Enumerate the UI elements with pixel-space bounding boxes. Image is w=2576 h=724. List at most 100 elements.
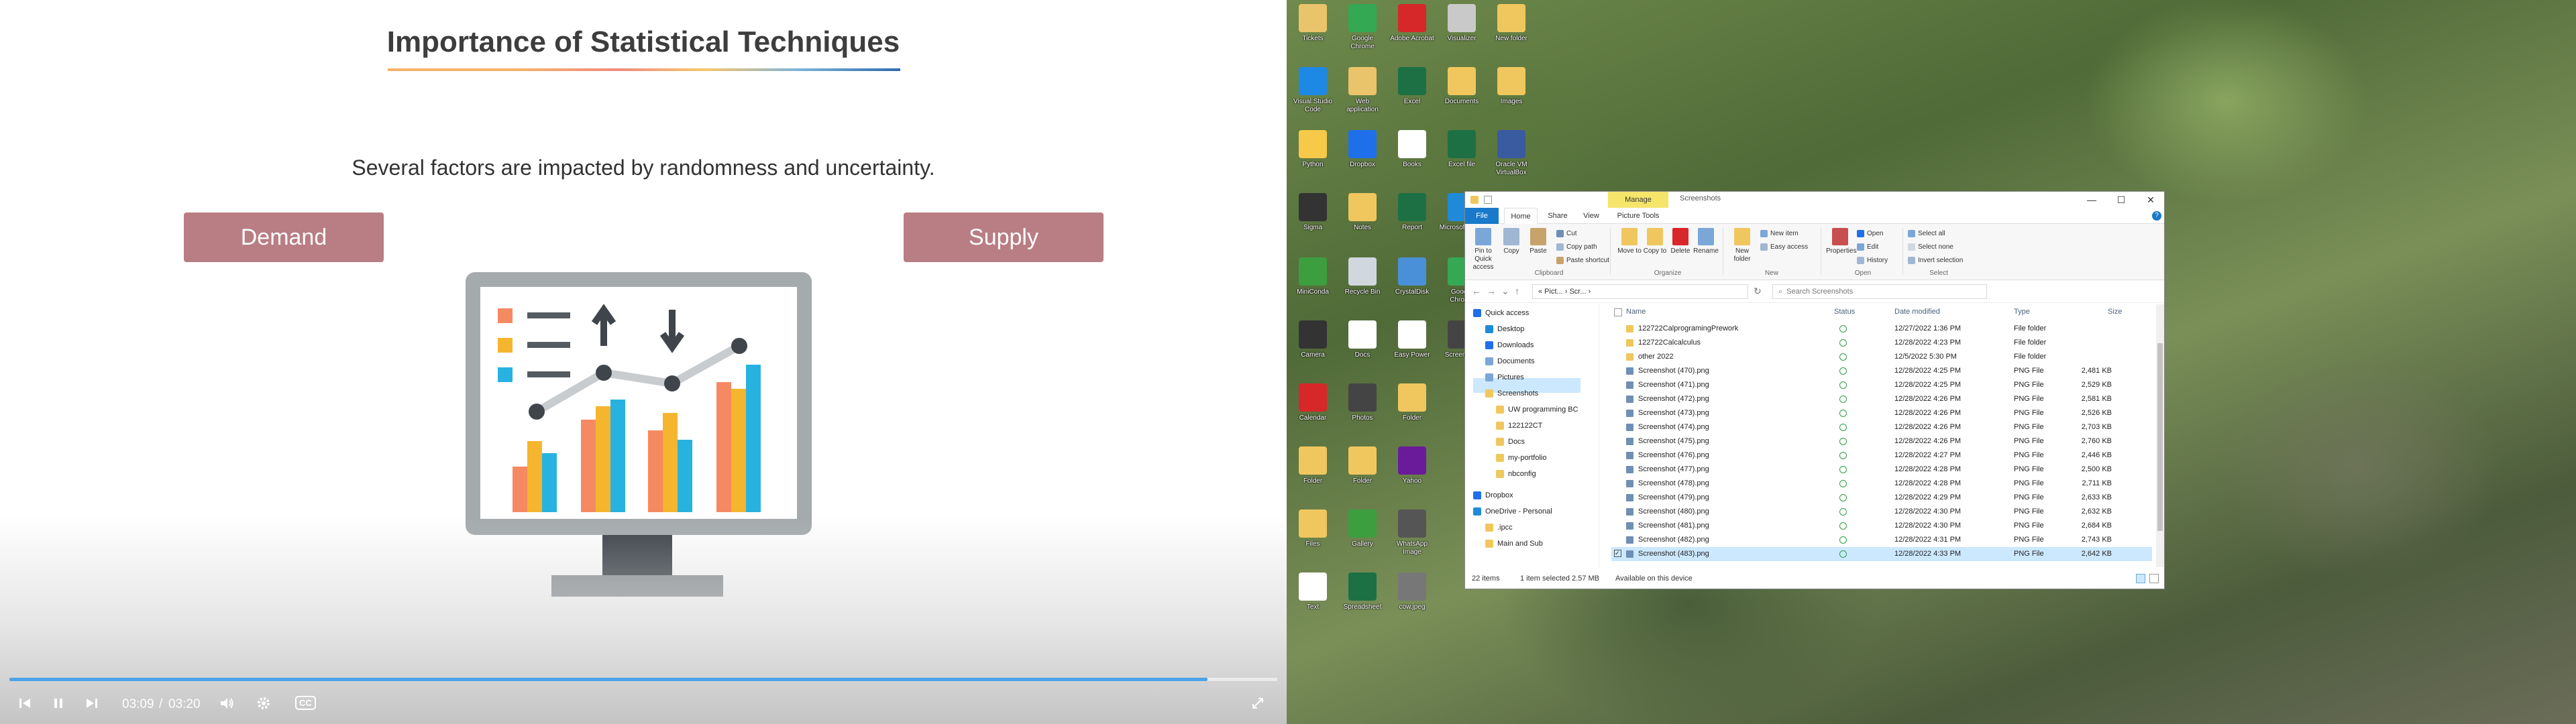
- manage-contextual-tab[interactable]: Manage: [1608, 192, 1668, 208]
- copy-to-button[interactable]: Copy to: [1641, 228, 1669, 255]
- nav-item-desktop[interactable]: Desktop: [1485, 322, 1524, 337]
- skip-forward-icon[interactable]: [85, 696, 99, 711]
- nav-item--ipcc[interactable]: .ipcc: [1485, 520, 1513, 535]
- file-row[interactable]: Screenshot (471).png 12/28/2022 4:25 PM PN…: [1611, 378, 2152, 392]
- desktop-icon[interactable]: Report: [1389, 190, 1436, 245]
- desktop-icon[interactable]: Oracle VM VirtualBox: [1488, 127, 1535, 182]
- up-icon[interactable]: ↑: [1515, 286, 1519, 296]
- desktop-icon[interactable]: Excel: [1389, 64, 1436, 119]
- file-row[interactable]: Screenshot (472).png 12/28/2022 4:26 PM PN…: [1611, 392, 2152, 406]
- nav-item-122122ct[interactable]: 122122CT: [1496, 418, 1542, 433]
- back-icon[interactable]: ←: [1472, 286, 1481, 296]
- nav-item-onedrive-personal[interactable]: OneDrive - Personal: [1473, 504, 1552, 519]
- nav-item-docs[interactable]: Docs: [1496, 434, 1525, 449]
- tab-picture-tools[interactable]: Picture Tools: [1608, 208, 1668, 224]
- fullscreen-icon[interactable]: [1250, 696, 1265, 711]
- file-row[interactable]: other 2022 12/5/2022 5:30 PM File folder: [1611, 350, 2152, 364]
- file-row[interactable]: Screenshot (480).png 12/28/2022 4:30 PM PN…: [1611, 505, 2152, 519]
- file-row[interactable]: ✓ Screenshot (483).png 12/28/2022 4:33 PM P…: [1611, 547, 2152, 561]
- minimize-icon[interactable]: —: [2077, 192, 2106, 208]
- file-row[interactable]: 122722CalprogramingPrework 12/27/2022 1:3…: [1611, 322, 2152, 336]
- file-row[interactable]: Screenshot (473).png 12/28/2022 4:26 PM PN…: [1611, 406, 2152, 420]
- select-none-button[interactable]: Select none: [1908, 241, 1953, 252]
- captions-button[interactable]: CC: [295, 696, 316, 710]
- file-row[interactable]: Screenshot (478).png 12/28/2022 4:28 PM PN…: [1611, 477, 2152, 491]
- copy-button[interactable]: Copy: [1497, 228, 1525, 255]
- desktop-icon[interactable]: Notes: [1339, 190, 1386, 245]
- desktop-icon[interactable]: Adobe Acrobat: [1389, 1, 1436, 56]
- pin-quick-access-button[interactable]: Pin to Quick access: [1469, 228, 1497, 272]
- desktop-icon[interactable]: Visualizer: [1438, 1, 1485, 56]
- tab-share[interactable]: Share: [1542, 208, 1574, 224]
- desktop-icon[interactable]: Documents: [1438, 64, 1485, 119]
- nav-item-dropbox[interactable]: Dropbox: [1473, 488, 1513, 503]
- copy-path-button[interactable]: Copy path: [1556, 241, 1597, 252]
- help-icon[interactable]: ?: [2152, 211, 2161, 221]
- gear-icon[interactable]: [256, 696, 271, 711]
- desktop-icon[interactable]: Folder: [1339, 444, 1386, 499]
- title-bar[interactable]: Manage Screenshots — ☐ ✕: [1465, 192, 2164, 208]
- progress-bar[interactable]: [9, 678, 1277, 681]
- nav-item-pictures[interactable]: Pictures: [1485, 370, 1524, 385]
- nav-item-documents[interactable]: Documents: [1485, 354, 1535, 369]
- file-row[interactable]: Screenshot (470).png 12/28/2022 4:25 PM PN…: [1611, 364, 2152, 378]
- file-row[interactable]: Screenshot (475).png 12/28/2022 4:26 PM PN…: [1611, 434, 2152, 448]
- desktop-icon[interactable]: Folder: [1389, 381, 1436, 436]
- desktop-icon[interactable]: New folder: [1488, 1, 1535, 56]
- desktop-icon[interactable]: Docs: [1339, 318, 1386, 373]
- desktop-icon[interactable]: Books: [1389, 127, 1436, 182]
- pause-icon[interactable]: [51, 696, 66, 711]
- desktop-icon[interactable]: CrystalDisk: [1389, 255, 1436, 310]
- quick-access-toolbar-icon[interactable]: [1484, 196, 1492, 204]
- file-row[interactable]: 122722Calcalculus 12/28/2022 4:23 PM File …: [1611, 336, 2152, 350]
- desktop-icon[interactable]: Sigma: [1289, 190, 1336, 245]
- desktop-icon[interactable]: Gallery: [1339, 507, 1386, 562]
- details-view-icon[interactable]: [2136, 574, 2145, 583]
- skip-back-icon[interactable]: [17, 696, 32, 711]
- close-icon[interactable]: ✕: [2136, 192, 2164, 208]
- file-row[interactable]: Screenshot (476).png 12/28/2022 4:27 PM PN…: [1611, 448, 2152, 463]
- history-button[interactable]: History: [1857, 255, 1888, 265]
- column-size[interactable]: Size: [2108, 308, 2122, 316]
- delete-button[interactable]: Delete: [1666, 228, 1695, 255]
- nav-item-main-and-sub[interactable]: Main and Sub: [1485, 536, 1543, 551]
- paste-shortcut-button[interactable]: Paste shortcut: [1556, 255, 1609, 265]
- rename-button[interactable]: Rename: [1692, 228, 1720, 255]
- column-name[interactable]: Name: [1626, 308, 1646, 316]
- desktop-icon[interactable]: Images: [1488, 64, 1535, 119]
- edit-button[interactable]: Edit: [1857, 241, 1878, 252]
- nav-item-uw-programming-bc[interactable]: UW programming BC: [1496, 402, 1578, 417]
- file-row[interactable]: Screenshot (477).png 12/28/2022 4:28 PM PN…: [1611, 463, 2152, 477]
- vertical-scrollbar[interactable]: [2156, 304, 2164, 567]
- invert-selection-button[interactable]: Invert selection: [1908, 255, 1963, 265]
- new-item-button[interactable]: New item: [1760, 228, 1799, 239]
- recent-dropdown-icon[interactable]: ⌄: [1501, 286, 1509, 297]
- nav-item-downloads[interactable]: Downloads: [1485, 338, 1534, 353]
- desktop-icon[interactable]: Web application: [1339, 64, 1386, 119]
- desktop-icon[interactable]: Dropbox: [1339, 127, 1386, 182]
- select-all-button[interactable]: Select all: [1908, 228, 1945, 239]
- file-row[interactable]: Screenshot (479).png 12/28/2022 4:29 PM PN…: [1611, 491, 2152, 505]
- nav-item-quick-access[interactable]: Quick access: [1473, 306, 1529, 320]
- tab-home[interactable]: Home: [1504, 208, 1538, 224]
- desktop-icon[interactable]: Google Chrome: [1339, 1, 1386, 56]
- file-explorer-window[interactable]: Manage Screenshots — ☐ ✕ File Home Share…: [1464, 191, 2165, 589]
- cut-button[interactable]: Cut: [1556, 228, 1577, 239]
- volume-icon[interactable]: [219, 696, 235, 711]
- column-status[interactable]: Status: [1834, 308, 1855, 316]
- desktop-icon[interactable]: cow.jpeg: [1389, 570, 1436, 625]
- video-player[interactable]: Importance of Statistical Techniques Sev…: [0, 0, 1287, 724]
- scrollbar-thumb[interactable]: [2157, 343, 2163, 531]
- large-icons-view-icon[interactable]: [2149, 574, 2159, 583]
- desktop-icon[interactable]: Easy Power: [1389, 318, 1436, 373]
- row-checkbox[interactable]: ✓: [1614, 550, 1621, 557]
- paste-button[interactable]: Paste: [1524, 228, 1552, 255]
- easy-access-button[interactable]: Easy access: [1760, 241, 1808, 252]
- file-row[interactable]: Screenshot (482).png 12/28/2022 4:31 PM PN…: [1611, 533, 2152, 547]
- desktop-icon[interactable]: MiniConda: [1289, 255, 1336, 310]
- tab-view[interactable]: View: [1576, 208, 1606, 224]
- address-bar[interactable]: « Pict... › Scr... ›: [1532, 284, 1748, 299]
- move-to-button[interactable]: Move to: [1615, 228, 1644, 255]
- maximize-icon[interactable]: ☐: [2106, 192, 2136, 208]
- new-folder-button[interactable]: New folder: [1728, 228, 1756, 263]
